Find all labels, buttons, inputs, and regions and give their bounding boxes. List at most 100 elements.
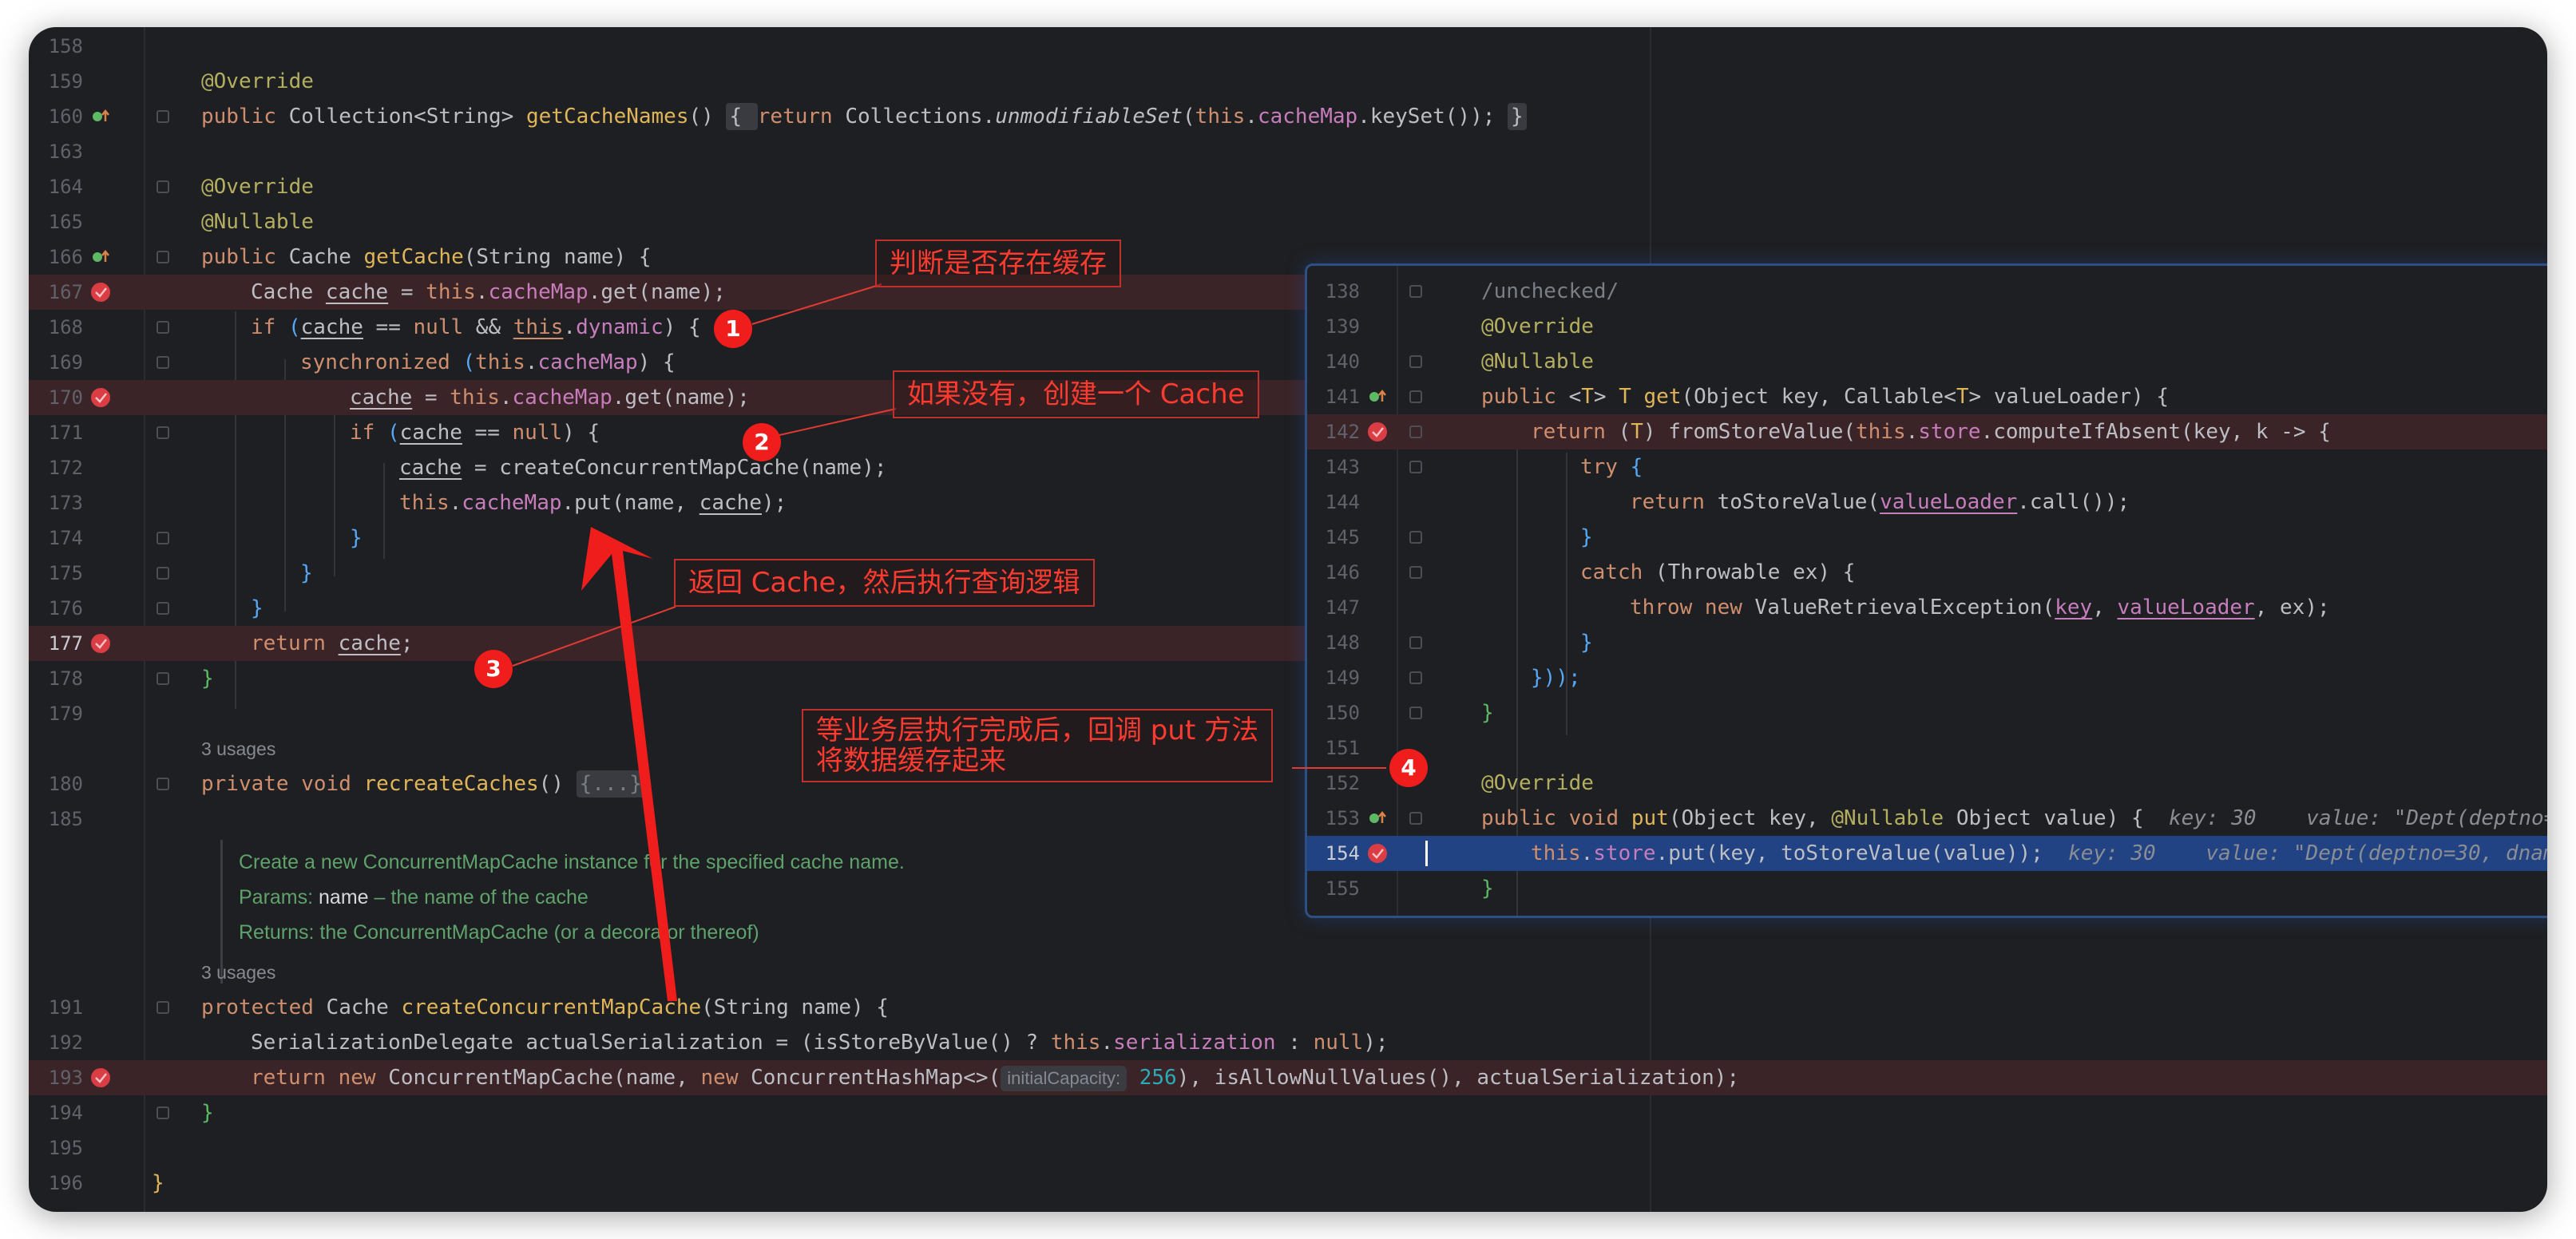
code-text: this.store.put(key, toStoreValue(value))… — [1531, 836, 2547, 871]
line-number: 192 — [48, 1031, 83, 1054]
step-badge-2: 2 — [743, 423, 781, 461]
fold-toggle-icon[interactable] — [1409, 355, 1422, 368]
usages-hint[interactable]: 3 usages — [201, 731, 275, 766]
code-line[interactable]: 164 @Override — [29, 169, 2547, 204]
code-line[interactable]: 141 public <T> T get(Object key, Callabl… — [1307, 379, 2547, 414]
fold-toggle-icon[interactable] — [1409, 426, 1422, 438]
fold-toggle-icon[interactable] — [157, 1001, 169, 1014]
fold-toggle-icon[interactable] — [157, 321, 169, 334]
debugger-inline-values: key: 30 value: "Dept(deptno=30 — [2143, 806, 2547, 830]
code-text: public Cache getCache(String name) { — [201, 245, 652, 269]
fold-toggle-icon[interactable] — [157, 1106, 169, 1119]
code-text: return new ConcurrentMapCache(name, new … — [251, 1065, 1740, 1091]
code-text: return cache; — [251, 631, 414, 655]
code-text: @Override — [201, 175, 314, 199]
fold-toggle-icon[interactable] — [157, 602, 169, 615]
fold-toggle-icon[interactable] — [1409, 531, 1422, 544]
breakpoint-icon[interactable] — [89, 632, 112, 655]
javadoc-params: Params: name – the name of the cache — [239, 886, 589, 908]
fold-toggle-icon[interactable] — [1409, 285, 1422, 298]
code-line[interactable]: 153 public void put(Object key, @Nullabl… — [1307, 801, 2547, 836]
code-line[interactable]: 194 } — [29, 1095, 2547, 1130]
breakpoint-icon[interactable] — [89, 281, 112, 303]
code-line[interactable]: 150 } — [1307, 695, 2547, 730]
fold-toggle-icon[interactable] — [157, 110, 169, 123]
line-number: 158 — [48, 35, 83, 57]
code-text: if (cache == null && this.dynamic) { — [251, 315, 701, 339]
line-number: 163 — [48, 141, 83, 163]
line-number: 191 — [48, 996, 83, 1019]
code-text: try { — [1580, 455, 1643, 479]
override-up-arrow-icon[interactable] — [1366, 386, 1389, 408]
fold-toggle-icon[interactable] — [157, 778, 169, 790]
code-line[interactable]: 144 return toStoreValue(valueLoader.call… — [1307, 485, 2547, 520]
code-line[interactable]: 160 public Collection<String> getCacheNa… — [29, 99, 2547, 134]
line-number: 165 — [48, 211, 83, 233]
code-line[interactable]: 138 /unchecked/ — [1307, 274, 2547, 309]
fold-toggle-icon[interactable] — [157, 567, 169, 580]
code-line-breakpoint[interactable]: 142 return (T) fromStoreValue(this.store… — [1307, 414, 2547, 449]
fold-toggle-icon[interactable] — [157, 356, 169, 369]
code-text: throw new ValueRetrievalException(key, v… — [1630, 596, 2330, 620]
code-text: protected Cache createConcurrentMapCache… — [201, 996, 889, 1019]
fold-toggle-icon[interactable] — [157, 251, 169, 263]
code-line[interactable]: 151 — [1307, 730, 2547, 766]
step-badge-3: 3 — [474, 650, 513, 688]
fold-toggle-icon[interactable] — [1409, 390, 1422, 403]
breakpoint-icon[interactable] — [89, 386, 112, 409]
code-line[interactable]: 192 SerializationDelegate actualSerializ… — [29, 1025, 2547, 1060]
code-line[interactable]: 139 @Override — [1307, 309, 2547, 344]
code-line[interactable]: 158 — [29, 29, 2547, 64]
code-line[interactable]: 196 } — [29, 1166, 2547, 1201]
code-text: } — [152, 1171, 164, 1195]
fold-toggle-icon[interactable] — [1409, 671, 1422, 684]
code-text: return (T) fromStoreValue(this.store.com… — [1531, 420, 2331, 444]
code-line[interactable]: 149 })); — [1307, 660, 2547, 695]
breakpoint-icon[interactable] — [1366, 842, 1389, 865]
code-line[interactable]: 145 } — [1307, 520, 2547, 555]
code-text: SerializationDelegate actualSerializatio… — [251, 1031, 1389, 1055]
line-number: 167 — [48, 281, 83, 303]
line-number: 140 — [1325, 350, 1360, 373]
code-text: } — [1580, 525, 1593, 549]
code-line[interactable]: 155 } — [1307, 871, 2547, 906]
code-line[interactable]: 165 @Nullable — [29, 204, 2547, 239]
line-number: 149 — [1325, 667, 1360, 689]
breakpoint-icon[interactable] — [1366, 421, 1389, 443]
javadoc-summary: Create a new ConcurrentMapCache instance… — [239, 851, 905, 873]
code-text: cache = createConcurrentMapCache(name); — [399, 456, 887, 480]
fold-toggle-icon[interactable] — [1409, 707, 1422, 719]
code-line[interactable]: 163 — [29, 134, 2547, 169]
fold-toggle-icon[interactable] — [157, 180, 169, 193]
fold-toggle-icon[interactable] — [1409, 461, 1422, 473]
code-line[interactable]: 148 } — [1307, 625, 2547, 660]
override-up-arrow-icon[interactable] — [89, 246, 112, 268]
code-text: } — [300, 561, 313, 585]
fold-toggle-icon[interactable] — [1409, 812, 1422, 825]
fold-toggle-icon[interactable] — [157, 672, 169, 685]
line-number: 179 — [48, 703, 83, 725]
override-up-arrow-icon[interactable] — [1366, 807, 1389, 829]
code-line[interactable]: 152 @Override — [1307, 766, 2547, 801]
breakpoint-icon[interactable] — [89, 1067, 112, 1089]
code-line-current-execution[interactable]: 154 this.store.put(key, toStoreValue(val… — [1307, 836, 2547, 871]
debugger-inline-values: key: 30 value: "Dept(deptno=30, dname= — [2043, 841, 2547, 865]
code-line[interactable]: 191 protected Cache createConcurrentMapC… — [29, 990, 2547, 1025]
fold-toggle-icon[interactable] — [1409, 566, 1422, 579]
quick-definition-popup[interactable]: 138 /unchecked/ 139 @Override 140 @Nulla… — [1305, 263, 2547, 918]
fold-toggle-icon[interactable] — [1409, 636, 1422, 649]
override-up-arrow-icon[interactable] — [89, 105, 112, 128]
line-number: 169 — [48, 351, 83, 374]
code-line[interactable]: 159 @Override — [29, 64, 2547, 99]
code-line[interactable]: 147 throw new ValueRetrievalException(ke… — [1307, 590, 2547, 625]
fold-toggle-icon[interactable] — [157, 532, 169, 544]
code-line[interactable]: 195 — [29, 1130, 2547, 1166]
code-line[interactable]: 143 try { — [1307, 449, 2547, 485]
code-line-breakpoint[interactable]: 193 return new ConcurrentMapCache(name, … — [29, 1060, 2547, 1095]
code-line[interactable]: 146 catch (Throwable ex) { — [1307, 555, 2547, 590]
fold-toggle-icon[interactable] — [157, 426, 169, 439]
code-text: public void put(Object key, @Nullable Ob… — [1481, 801, 2547, 836]
usages-hint[interactable]: 3 usages — [201, 955, 275, 990]
line-number: 180 — [48, 773, 83, 795]
code-line[interactable]: 140 @Nullable — [1307, 344, 2547, 379]
